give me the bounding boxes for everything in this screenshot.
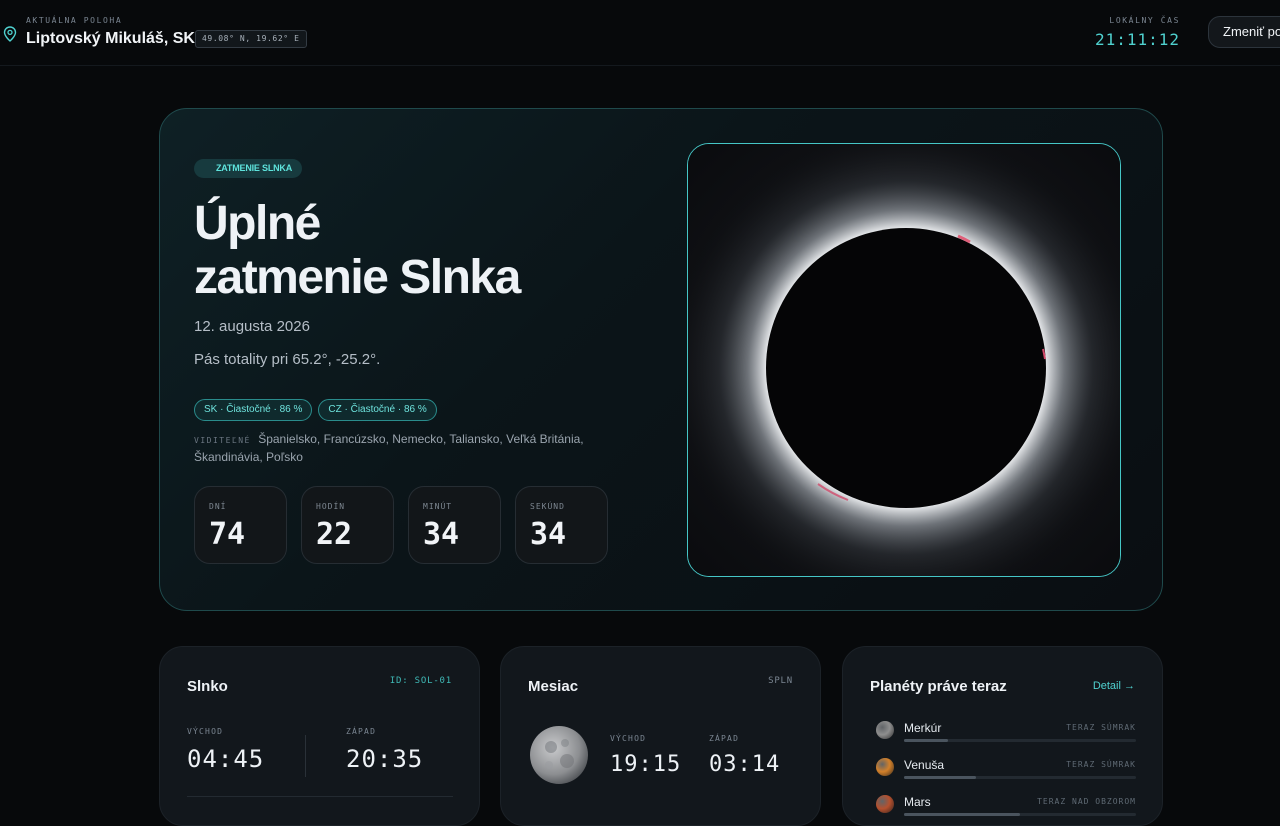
planet-status: TERAZ NAD OBZOROM xyxy=(1037,797,1136,806)
planet-icon xyxy=(876,795,894,813)
event-type-badge: ZATMENIE SLNKA xyxy=(194,159,303,178)
countdown-hours: HODÍN 22 xyxy=(301,486,394,564)
planet-icon xyxy=(876,721,894,739)
divider xyxy=(187,796,453,797)
event-date: 12. augusta 2026 xyxy=(194,318,310,335)
visibility-tag-cz: CZ · Čiastočné · 86 % xyxy=(318,399,437,421)
eclipse-image xyxy=(687,143,1121,577)
sunset-time: 20:35 xyxy=(346,745,424,773)
visible-countries: VIDITEĽNÉ Španielsko, Francúzsko, Nemeck… xyxy=(194,431,614,466)
planets-card: Planéty práve teraz Detail → Merkúr TERA… xyxy=(842,646,1163,826)
planet-visibility-fill xyxy=(904,739,949,742)
planet-row[interactable]: Merkúr TERAZ SÚMRAK xyxy=(870,719,1136,747)
countdown-label: MINÚT xyxy=(423,502,453,511)
full-moon-icon xyxy=(530,726,588,784)
eclipse-hero-card: ZATMENIE SLNKA Úplné zatmenie Slnka 12. … xyxy=(159,108,1163,611)
planet-status: TERAZ SÚMRAK xyxy=(1066,723,1136,732)
moon-title: Mesiac xyxy=(528,678,579,695)
planet-status: TERAZ SÚMRAK xyxy=(1066,760,1136,769)
local-time-caption: LOKÁLNY ČAS xyxy=(1109,16,1180,25)
sunrise-time: 04:45 xyxy=(187,745,265,773)
countdown-value: 22 xyxy=(316,517,353,552)
countdown-value: 74 xyxy=(209,517,246,552)
moon-card: Mesiac SPLN VÝCHOD 19:15 ZÁPAD 03:14 xyxy=(500,646,821,826)
countdown-label: SEKÚND xyxy=(530,502,565,511)
countdown: DNÍ 74 HODÍN 22 MINÚT 34 SEKÚND 34 xyxy=(194,486,608,564)
location-caption: AKTUÁLNA POLOHA xyxy=(26,16,123,25)
visible-caption: VIDITEĽNÉ xyxy=(194,436,251,445)
countdown-seconds: SEKÚND 34 xyxy=(515,486,608,564)
moonset-label: ZÁPAD xyxy=(709,734,740,743)
change-location-button[interactable]: Zmeniť polohu xyxy=(1208,16,1280,48)
countdown-value: 34 xyxy=(530,517,567,552)
moon-phase: SPLN xyxy=(768,676,793,686)
countdown-days: DNÍ 74 xyxy=(194,486,287,564)
sun-id: ID: SOL-01 xyxy=(389,676,452,686)
countdown-label: DNÍ xyxy=(209,502,227,511)
local-time-value: 21:11:12 xyxy=(1094,30,1180,49)
planet-visibility-fill xyxy=(904,813,1020,816)
totality-path: Pás totality pri 65.2°, -25.2°. xyxy=(194,351,381,368)
moonrise-time: 19:15 xyxy=(610,752,682,777)
coordinates-badge: 49.08° N, 19.62° E xyxy=(195,30,307,48)
event-title-line2: zatmenie Slnka xyxy=(194,251,521,304)
sun-title: Slnko xyxy=(187,678,228,695)
sunrise-label: VÝCHOD xyxy=(187,727,224,736)
divider xyxy=(305,735,306,777)
moonset-time: 03:14 xyxy=(709,752,781,777)
visible-list: Španielsko, Francúzsko, Nemecko, Talians… xyxy=(194,432,584,464)
location-pin-icon xyxy=(3,26,17,42)
planet-name: Merkúr xyxy=(904,721,942,735)
visibility-tag-sk: SK · Čiastočné · 86 % xyxy=(194,399,313,421)
countdown-value: 34 xyxy=(423,517,460,552)
planet-visibility-bar xyxy=(904,776,1136,779)
planet-name: Venuša xyxy=(904,758,945,772)
sunset-label: ZÁPAD xyxy=(346,727,377,736)
planet-visibility-bar xyxy=(904,739,1136,742)
planet-name: Mars xyxy=(904,795,931,809)
moonrise-label: VÝCHOD xyxy=(610,734,647,743)
planet-row[interactable]: Mars TERAZ NAD OBZOROM xyxy=(870,793,1136,821)
planet-icon xyxy=(876,758,894,776)
event-title: Úplné zatmenie Slnka xyxy=(194,197,614,305)
location-name: Liptovský Mikuláš, SK xyxy=(26,30,195,47)
countdown-label: HODÍN xyxy=(316,502,346,511)
event-title-line1: Úplné xyxy=(194,197,321,250)
planet-visibility-bar xyxy=(904,813,1136,816)
eclipse-illustration xyxy=(688,144,1120,576)
planet-visibility-fill xyxy=(904,776,976,779)
visibility-tags: SK · Čiastočné · 86 % CZ · Čiastočné · 8… xyxy=(194,399,437,421)
countdown-minutes: MINÚT 34 xyxy=(408,486,501,564)
sun-card: Slnko ID: SOL-01 VÝCHOD 04:45 ZÁPAD 20:3… xyxy=(159,646,480,826)
planets-title: Planéty práve teraz xyxy=(870,678,1007,695)
top-bar: AKTUÁLNA POLOHA Liptovský Mikuláš, SK 49… xyxy=(0,0,1280,66)
planet-row[interactable]: Venuša TERAZ SÚMRAK xyxy=(870,756,1136,784)
planets-detail-link[interactable]: Detail → xyxy=(1093,680,1135,692)
